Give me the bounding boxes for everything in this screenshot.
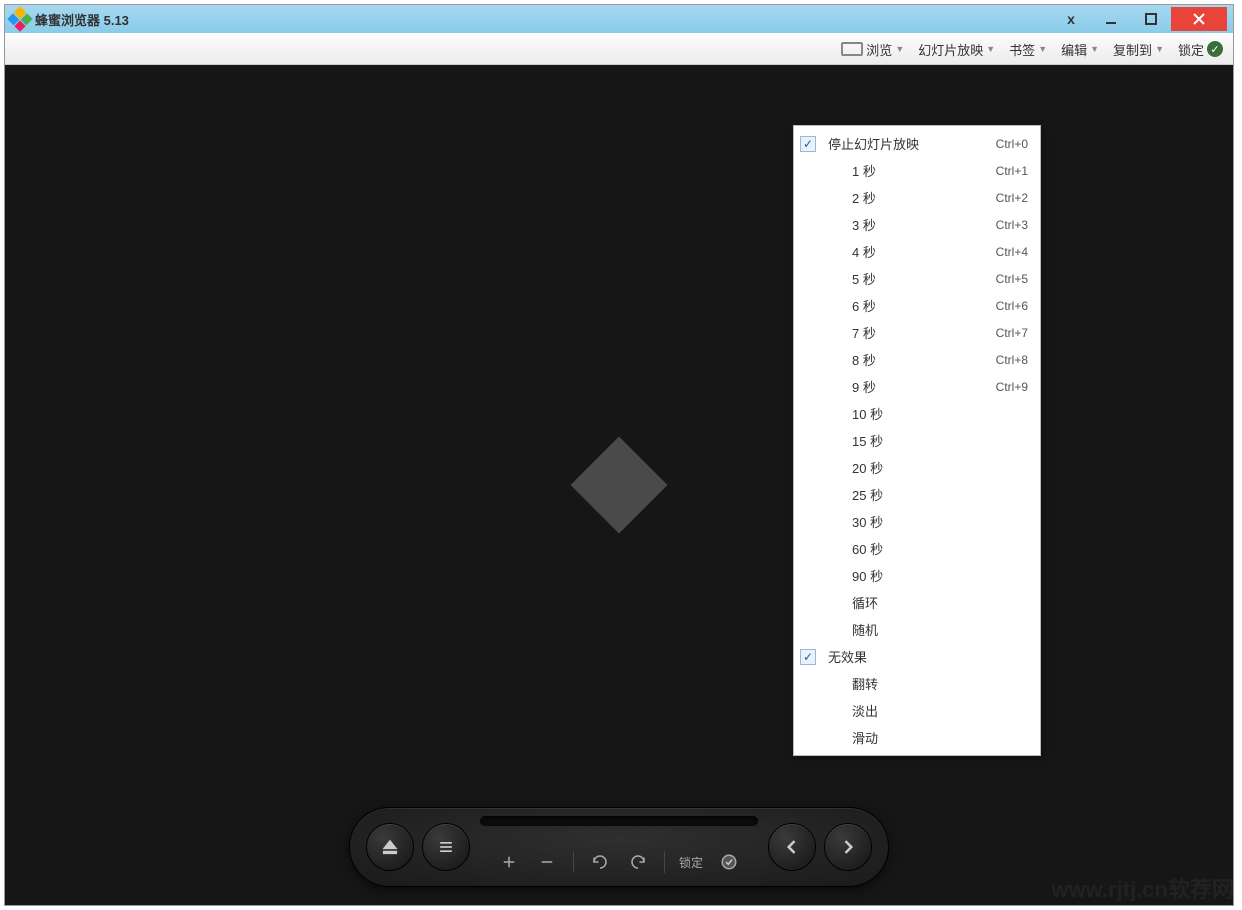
rotate-right-button[interactable] (626, 850, 650, 874)
dropdown-item-17[interactable]: ✓循环 (794, 589, 1040, 616)
dropdown-item-7[interactable]: ✓7 秒Ctrl+7 (794, 319, 1040, 346)
divider (664, 851, 665, 873)
lock-toggle[interactable]: 锁定✓ (1178, 40, 1223, 59)
slideshow-menu[interactable]: 幻灯片放映▼ (918, 40, 995, 59)
check-icon: ✓ (800, 136, 816, 152)
display-icon (841, 42, 863, 56)
dropdown-item-label: 5 秒 (824, 269, 996, 288)
dropdown-item-shortcut: Ctrl+2 (996, 191, 1028, 205)
dropdown-item-label: 滑动 (824, 728, 1028, 747)
dropdown-item-label: 60 秒 (824, 539, 1028, 558)
dropdown-item-15[interactable]: ✓60 秒 (794, 535, 1040, 562)
eject-button[interactable] (366, 823, 414, 871)
dropdown-item-12[interactable]: ✓20 秒 (794, 454, 1040, 481)
dropdown-item-2[interactable]: ✓2 秒Ctrl+2 (794, 184, 1040, 211)
dropdown-item-4[interactable]: ✓4 秒Ctrl+4 (794, 238, 1040, 265)
dropdown-item-shortcut: Ctrl+8 (996, 353, 1028, 367)
dropdown-item-label: 10 秒 (824, 404, 1028, 423)
dropdown-item-20[interactable]: ✓翻转 (794, 670, 1040, 697)
dropdown-item-8[interactable]: ✓8 秒Ctrl+8 (794, 346, 1040, 373)
bookmark-menu[interactable]: 书签▼ (1009, 40, 1047, 59)
dropdown-item-label: 3 秒 (824, 215, 996, 234)
dropdown-item-label: 1 秒 (824, 161, 996, 180)
dropdown-item-label: 15 秒 (824, 431, 1028, 450)
close-button[interactable] (1171, 7, 1227, 31)
dropdown-item-22[interactable]: ✓滑动 (794, 724, 1040, 751)
dropdown-item-label: 30 秒 (824, 512, 1028, 531)
copyto-menu[interactable]: 复制到▼ (1113, 40, 1164, 59)
dropdown-item-0[interactable]: ✓ 停止幻灯片放映Ctrl+0 (794, 130, 1040, 157)
dropdown-item-18[interactable]: ✓随机 (794, 616, 1040, 643)
player-bar: 锁定 (349, 807, 889, 887)
dropdown-item-6[interactable]: ✓6 秒Ctrl+6 (794, 292, 1040, 319)
dropdown-item-14[interactable]: ✓30 秒 (794, 508, 1040, 535)
zoom-in-button[interactable] (497, 850, 521, 874)
dropdown-item-label: 25 秒 (824, 485, 1028, 504)
display-mode-button[interactable]: 浏览▼ (841, 40, 904, 59)
app-icon (7, 6, 32, 31)
toolbar: 浏览▼ 幻灯片放映▼ 书签▼ 编辑▼ 复制到▼ 锁定✓ (5, 33, 1233, 65)
edit-menu[interactable]: 编辑▼ (1061, 40, 1099, 59)
dropdown-item-label: 无效果 (824, 647, 1028, 666)
dropdown-item-shortcut: Ctrl+6 (996, 299, 1028, 313)
dropdown-item-11[interactable]: ✓15 秒 (794, 427, 1040, 454)
next-button[interactable] (824, 823, 872, 871)
menu-button[interactable] (422, 823, 470, 871)
rotate-left-button[interactable] (588, 850, 612, 874)
dropdown-item-label: 4 秒 (824, 242, 996, 261)
lock-label-bottom[interactable]: 锁定 (679, 850, 703, 874)
dropdown-item-shortcut: Ctrl+5 (996, 272, 1028, 286)
dropdown-item-19[interactable]: ✓ 无效果 (794, 643, 1040, 670)
dropdown-item-shortcut: Ctrl+9 (996, 380, 1028, 394)
prev-button[interactable] (768, 823, 816, 871)
placeholder-logo (574, 440, 664, 530)
dropdown-item-1[interactable]: ✓1 秒Ctrl+1 (794, 157, 1040, 184)
dropdown-item-label: 20 秒 (824, 458, 1028, 477)
dropdown-item-label: 淡出 (824, 701, 1028, 720)
dropdown-item-3[interactable]: ✓3 秒Ctrl+3 (794, 211, 1040, 238)
check-icon: ✓ (800, 649, 816, 665)
dropdown-item-shortcut: Ctrl+4 (996, 245, 1028, 259)
dropdown-item-label: 7 秒 (824, 323, 996, 342)
dropdown-item-5[interactable]: ✓5 秒Ctrl+5 (794, 265, 1040, 292)
titlebar: 蜂蜜浏览器 5.13 x (5, 5, 1233, 33)
dropdown-item-16[interactable]: ✓90 秒 (794, 562, 1040, 589)
dropdown-item-label: 2 秒 (824, 188, 996, 207)
dropdown-item-label: 90 秒 (824, 566, 1028, 585)
dropdown-item-label: 循环 (824, 593, 1028, 612)
dropdown-item-label: 翻转 (824, 674, 1028, 693)
dropdown-item-label: 6 秒 (824, 296, 996, 315)
dropdown-item-10[interactable]: ✓10 秒 (794, 400, 1040, 427)
dropdown-item-label: 8 秒 (824, 350, 996, 369)
check-icon: ✓ (1207, 41, 1223, 57)
dropdown-item-label: 停止幻灯片放映 (824, 134, 996, 153)
dropdown-item-shortcut: Ctrl+7 (996, 326, 1028, 340)
zoom-out-button[interactable] (535, 850, 559, 874)
slideshow-dropdown: ✓停止幻灯片放映Ctrl+0✓1 秒Ctrl+1✓2 秒Ctrl+2✓3 秒Ct… (793, 125, 1041, 756)
dropdown-item-9[interactable]: ✓9 秒Ctrl+9 (794, 373, 1040, 400)
dropdown-item-label: 9 秒 (824, 377, 996, 396)
minimize-button[interactable] (1091, 7, 1131, 31)
maximize-button[interactable] (1131, 7, 1171, 31)
dropdown-item-shortcut: Ctrl+0 (996, 137, 1028, 151)
dropdown-item-21[interactable]: ✓淡出 (794, 697, 1040, 724)
dropdown-item-shortcut: Ctrl+1 (996, 164, 1028, 178)
help-button[interactable]: x (1051, 7, 1091, 31)
dropdown-item-label: 随机 (824, 620, 1028, 639)
confirm-button[interactable] (717, 850, 741, 874)
dropdown-item-shortcut: Ctrl+3 (996, 218, 1028, 232)
progress-track[interactable] (480, 816, 758, 826)
divider (573, 851, 574, 873)
window-title: 蜂蜜浏览器 5.13 (35, 10, 129, 29)
watermark: www.rjtj.cn软荐网 (1051, 872, 1234, 904)
viewer-area: ✓停止幻灯片放映Ctrl+0✓1 秒Ctrl+1✓2 秒Ctrl+2✓3 秒Ct… (5, 65, 1233, 905)
app-window: 蜂蜜浏览器 5.13 x 浏览▼ 幻灯片放映▼ 书签▼ 编辑▼ 复制到▼ 锁定✓… (4, 4, 1234, 906)
dropdown-item-13[interactable]: ✓25 秒 (794, 481, 1040, 508)
